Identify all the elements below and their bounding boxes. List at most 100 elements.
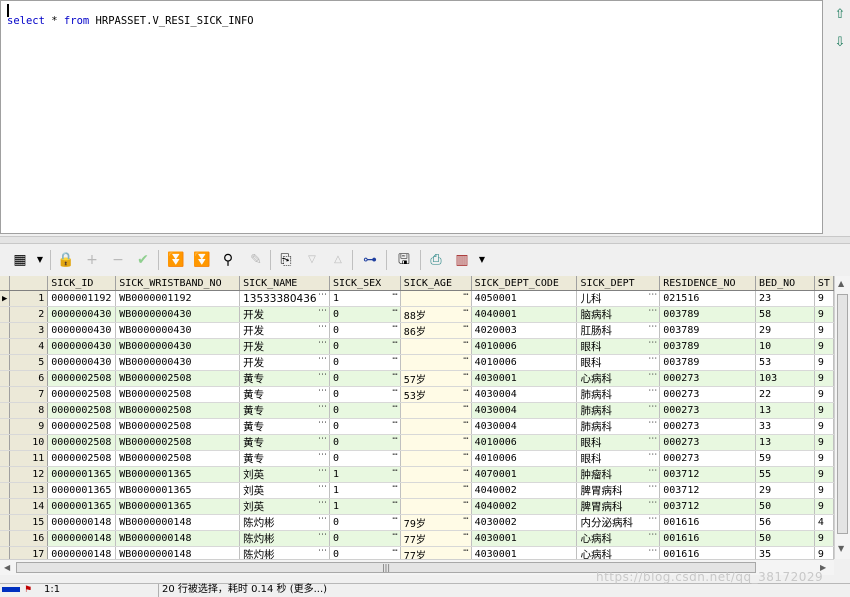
- grid-cell[interactable]: 0 ⋯: [329, 418, 401, 435]
- grid-cell[interactable]: 003712: [659, 498, 757, 515]
- cell-editor-ellipsis-icon[interactable]: ⋯: [648, 355, 657, 365]
- cell-editor-ellipsis-icon[interactable]: ⋯: [392, 355, 397, 365]
- row-number[interactable]: 9: [9, 418, 49, 435]
- cell-editor-ellipsis-icon[interactable]: ⋯: [392, 371, 397, 381]
- cell-editor-ellipsis-icon[interactable]: ⋯: [648, 499, 657, 509]
- grid-cell[interactable]: ⋯: [400, 418, 472, 435]
- grid-cell[interactable]: 003789: [659, 354, 757, 371]
- grid-cell[interactable]: WB0000000430: [115, 322, 241, 339]
- grid-cell[interactable]: 001616: [659, 546, 757, 559]
- grid-cell[interactable]: 29: [755, 482, 815, 499]
- grid-cell[interactable]: 黄专 ⋯: [239, 434, 330, 451]
- pane-splitter[interactable]: [0, 236, 850, 244]
- grid-cell[interactable]: 0 ⋯: [329, 546, 401, 559]
- grid-cell[interactable]: 开发 ⋯: [239, 338, 330, 355]
- grid-cell[interactable]: 10: [755, 338, 815, 355]
- grid-cell[interactable]: 黄专 ⋯: [239, 450, 330, 467]
- row-indicator[interactable]: [0, 466, 11, 483]
- grid-cell[interactable]: 103: [755, 370, 815, 387]
- grid-cell[interactable]: 55: [755, 466, 815, 483]
- grid-cell[interactable]: 22: [755, 386, 815, 403]
- cell-editor-ellipsis-icon[interactable]: ⋯: [648, 419, 657, 429]
- fetch-next-icon[interactable]: ⏬: [166, 250, 186, 270]
- grid-cell[interactable]: 021516: [659, 290, 757, 307]
- grid-cell[interactable]: ⋯: [400, 482, 472, 499]
- cell-editor-ellipsis-icon[interactable]: ⋯: [392, 291, 397, 301]
- grid-cell[interactable]: ⋯: [400, 450, 472, 467]
- grid-cell[interactable]: 4030004: [471, 386, 578, 403]
- cell-editor-ellipsis-icon[interactable]: ⋯: [318, 499, 327, 509]
- grid-view-icon[interactable]: ▦: [10, 250, 30, 270]
- grid-cell[interactable]: 0 ⋯: [329, 370, 401, 387]
- grid-cell[interactable]: 0 ⋯: [329, 354, 401, 371]
- cell-editor-ellipsis-icon[interactable]: ⋯: [648, 515, 657, 525]
- cell-editor-ellipsis-icon[interactable]: ⋯: [648, 323, 657, 333]
- cell-editor-ellipsis-icon[interactable]: ⋯: [463, 499, 468, 509]
- grid-cell[interactable]: WB0000000430: [115, 338, 241, 355]
- cell-editor-ellipsis-icon[interactable]: ⋯: [648, 531, 657, 541]
- vertical-scrollbar[interactable]: ▲ ▼: [834, 276, 850, 559]
- grid-cell[interactable]: 眼科 ⋯: [576, 338, 661, 355]
- cell-editor-ellipsis-icon[interactable]: ⋯: [392, 515, 397, 525]
- grid-cell[interactable]: 0 ⋯: [329, 434, 401, 451]
- grid-cell[interactable]: 29: [755, 322, 815, 339]
- grid-cell[interactable]: 000273: [659, 450, 757, 467]
- grid-cell[interactable]: 13533380436 ⋯: [239, 290, 330, 307]
- tree-icon[interactable]: ⊶: [360, 250, 380, 270]
- plus-icon[interactable]: +: [82, 250, 102, 270]
- grid-cell[interactable]: 0000001365: [47, 498, 117, 515]
- column-header[interactable]: RESIDENCE_NO: [659, 276, 757, 291]
- row-indicator[interactable]: [0, 306, 11, 323]
- grid-cell[interactable]: 56: [755, 514, 815, 531]
- row-number[interactable]: 1: [9, 290, 49, 307]
- grid-cell[interactable]: 开发 ⋯: [239, 322, 330, 339]
- grid-cell[interactable]: 4030001: [471, 370, 578, 387]
- table-row[interactable]: 10 0000002508 WB0000002508 黄专 ⋯ 0 ⋯ ⋯ 4010006 眼科 ⋯…: [0, 434, 834, 451]
- cell-editor-ellipsis-icon[interactable]: ⋯: [648, 435, 657, 445]
- cell-editor-ellipsis-icon[interactable]: ⋯: [318, 323, 327, 333]
- row-indicator[interactable]: [0, 482, 11, 499]
- grid-cell[interactable]: 000273: [659, 418, 757, 435]
- row-number[interactable]: 13: [9, 482, 49, 499]
- grid-cell[interactable]: 4030001: [471, 530, 578, 547]
- grid-cell[interactable]: 4010006: [471, 450, 578, 467]
- grid-cell[interactable]: 13: [755, 434, 815, 451]
- grid-cell[interactable]: 59: [755, 450, 815, 467]
- grid-cell[interactable]: 肺病科 ⋯: [576, 386, 661, 403]
- grid-cell[interactable]: 003712: [659, 482, 757, 499]
- grid-cell[interactable]: 4040002: [471, 482, 578, 499]
- grid-cell[interactable]: 53: [755, 354, 815, 371]
- sql-editor[interactable]: select * from HRPASSET.V_RESI_SICK_INFO: [0, 0, 823, 234]
- table-row[interactable]: 7 0000002508 WB0000002508 黄专 ⋯ 0 ⋯ 53岁 ⋯ 4030004 肺…: [0, 386, 834, 403]
- cell-editor-ellipsis-icon[interactable]: ⋯: [463, 355, 468, 365]
- filter-down-icon[interactable]: ▽: [302, 250, 322, 270]
- grid-cell[interactable]: 脑病科 ⋯: [576, 306, 661, 323]
- grid-cell[interactable]: 0000000430: [47, 306, 117, 323]
- grid-cell[interactable]: 001616: [659, 514, 757, 531]
- row-number[interactable]: 8: [9, 402, 49, 419]
- grid-cell[interactable]: 003789: [659, 338, 757, 355]
- grid-cell[interactable]: WB0000002508: [115, 418, 241, 435]
- cell-editor-ellipsis-icon[interactable]: ⋯: [463, 339, 468, 349]
- grid-cell[interactable]: 003789: [659, 306, 757, 323]
- row-indicator[interactable]: [0, 418, 11, 435]
- cell-editor-ellipsis-icon[interactable]: ⋯: [463, 419, 468, 429]
- cell-editor-ellipsis-icon[interactable]: ⋯: [392, 323, 397, 333]
- table-row[interactable]: 9 0000002508 WB0000002508 黄专 ⋯ 0 ⋯ ⋯ 4030004 肺病科 ⋯…: [0, 418, 834, 435]
- grid-cell[interactable]: 0000000430: [47, 354, 117, 371]
- next-statement-icon[interactable]: ⇩: [833, 36, 847, 50]
- cell-editor-ellipsis-icon[interactable]: ⋯: [392, 339, 397, 349]
- cell-editor-ellipsis-icon[interactable]: ⋯: [392, 467, 397, 477]
- grid-cell[interactable]: 刘英 ⋯: [239, 466, 330, 483]
- grid-cell[interactable]: 9: [814, 546, 834, 559]
- cell-editor-ellipsis-icon[interactable]: ⋯: [648, 483, 657, 493]
- grid-cell[interactable]: 001616: [659, 530, 757, 547]
- table-row[interactable]: 2 0000000430 WB0000000430 开发 ⋯ 0 ⋯ 88岁 ⋯ 4040001 脑…: [0, 306, 834, 323]
- cell-editor-ellipsis-icon[interactable]: ⋯: [318, 547, 327, 557]
- cell-editor-ellipsis-icon[interactable]: ⋯: [392, 435, 397, 445]
- grid-cell[interactable]: WB0000001365: [115, 498, 241, 515]
- grid-cell[interactable]: WB0000002508: [115, 434, 241, 451]
- grid-cell[interactable]: 0000002508: [47, 386, 117, 403]
- column-header[interactable]: SICK_DEPT_CODE: [471, 276, 578, 291]
- cell-editor-ellipsis-icon[interactable]: ⋯: [463, 547, 468, 557]
